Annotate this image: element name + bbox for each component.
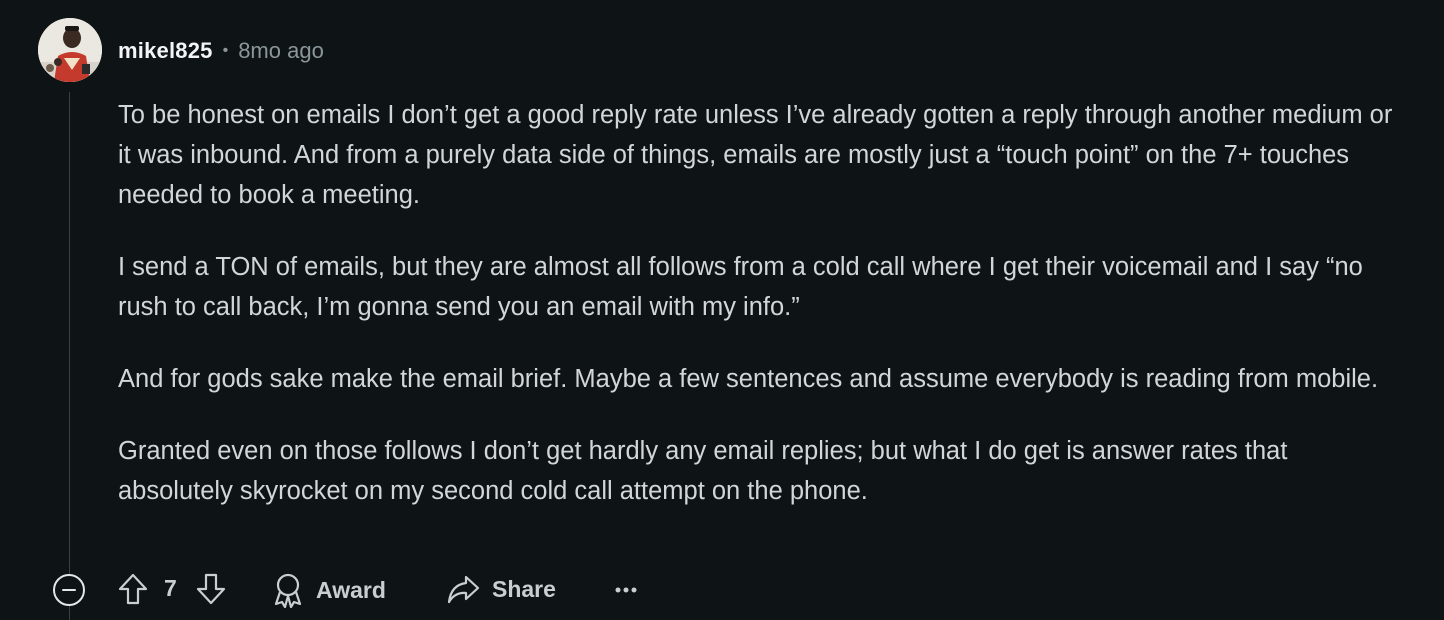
upvote-button[interactable] [117, 572, 149, 606]
award-icon [274, 573, 302, 608]
comment: mikel825 • 8mo ago To be honest on email… [0, 0, 1444, 620]
thread-line[interactable] [69, 92, 70, 620]
collapse-button[interactable] [53, 574, 85, 606]
comment-body: To be honest on emails I don’t get a goo… [118, 95, 1408, 543]
award-button[interactable]: Award [272, 572, 386, 608]
downvote-button[interactable] [195, 572, 227, 606]
comment-meta: mikel825 • 8mo ago [118, 36, 324, 66]
meta-separator: • [222, 42, 229, 59]
more-options-button[interactable] [614, 580, 638, 600]
share-icon [447, 575, 480, 604]
minus-circle-icon [62, 589, 76, 591]
avatar-image [38, 18, 102, 82]
comment-paragraph: Granted even on those follows I don’t ge… [118, 437, 1288, 505]
arrow-down-icon [196, 573, 226, 605]
avatar[interactable] [38, 18, 102, 82]
vote-score: 7 [164, 575, 177, 601]
ellipsis-icon [615, 587, 637, 593]
comment-paragraph: I send a TON of emails, but they are alm… [118, 253, 1363, 321]
arrow-up-icon [118, 573, 148, 605]
comment-paragraph: And for gods sake make the email brief. … [118, 365, 1379, 393]
share-label: Share [492, 575, 556, 602]
comment-actions: 7 Award Share [0, 568, 1444, 614]
username[interactable]: mikel825 [118, 38, 213, 64]
timestamp[interactable]: 8mo ago [238, 38, 324, 64]
share-button[interactable]: Share [446, 572, 556, 606]
award-label: Award [316, 576, 386, 603]
comment-paragraph: To be honest on emails I don’t get a goo… [118, 101, 1393, 209]
